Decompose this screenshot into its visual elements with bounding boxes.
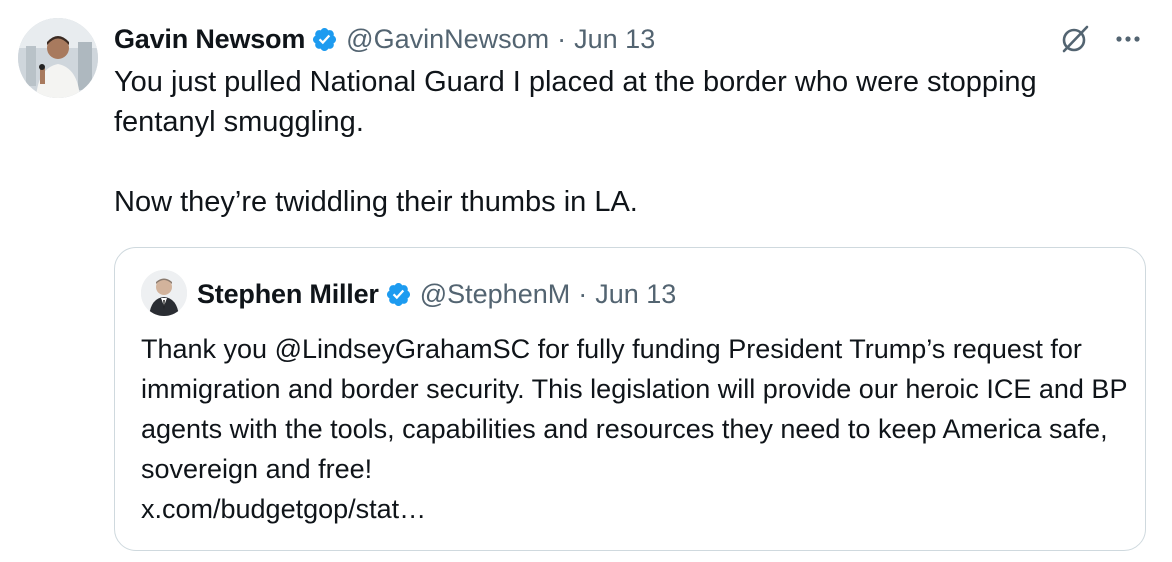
tweet-text-paragraph: You just pulled National Guard I placed … — [114, 66, 1037, 138]
author-name[interactable]: Gavin Newsom — [114, 24, 305, 55]
quoted-author-avatar[interactable] — [141, 270, 187, 316]
quoted-tweet-header: Stephen Miller @StephenM · Jun 13 — [197, 276, 676, 312]
quoted-tweet-body: Thank you @LindseyGrahamSC for fully fun… — [141, 334, 1127, 484]
quoted-tweet-text: Thank you @LindseyGrahamSC for fully fun… — [141, 329, 1131, 529]
tweet-text: You just pulled National Guard I placed … — [114, 62, 1124, 222]
quoted-tweet-card[interactable]: Stephen Miller @StephenM · Jun 13 Thank … — [114, 247, 1146, 551]
separator-dot: · — [557, 23, 567, 54]
person-avatar-icon — [141, 270, 187, 316]
more-options-icon — [1116, 36, 1140, 42]
quoted-author-handle[interactable]: @StephenM — [420, 279, 571, 310]
separator-dot: · — [578, 278, 588, 309]
quoted-tweet-date[interactable]: Jun 13 — [595, 279, 676, 310]
tweet-text-paragraph: Now they’re twiddling their thumbs in LA… — [114, 186, 638, 218]
verified-badge-icon[interactable] — [385, 281, 412, 308]
tweet-header: Gavin Newsom @GavinNewsom · Jun 13 — [114, 20, 655, 58]
grok-button[interactable] — [1058, 22, 1092, 56]
more-options-button[interactable] — [1111, 22, 1145, 56]
quoted-tweet-link[interactable]: x.com/budgetgop/stat… — [141, 489, 1131, 529]
quoted-author-name[interactable]: Stephen Miller — [197, 279, 379, 310]
tweet-date[interactable]: Jun 13 — [574, 24, 655, 55]
grok-icon — [1062, 25, 1089, 53]
author-avatar[interactable] — [18, 18, 98, 98]
person-avatar-icon — [18, 18, 98, 98]
tweet-card: Gavin Newsom @GavinNewsom · Jun 13 You j… — [0, 0, 1172, 562]
author-handle[interactable]: @GavinNewsom — [346, 24, 549, 55]
verified-badge-icon[interactable] — [311, 26, 338, 53]
